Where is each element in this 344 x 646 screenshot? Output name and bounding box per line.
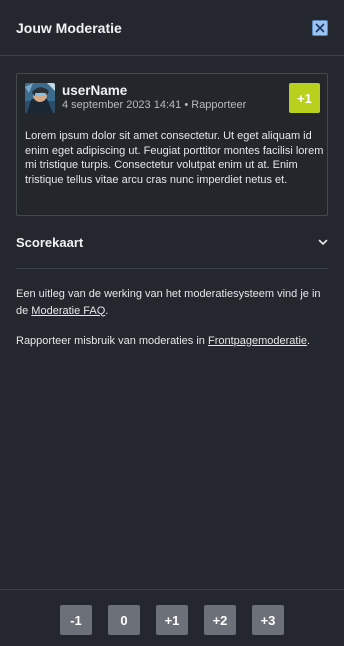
close-button[interactable] <box>312 19 328 36</box>
moderation-panel: Jouw Moderatie userName 4 september 2023… <box>0 0 344 646</box>
scorekaart-toggle[interactable]: Scorekaart <box>16 226 328 259</box>
avatar[interactable] <box>25 83 55 113</box>
chevron-down-icon <box>318 239 328 245</box>
vote-plus-2-button[interactable]: +2 <box>204 605 236 635</box>
post-date: 4 september 2023 14:41 <box>62 99 182 111</box>
vote-plus-3-button[interactable]: +3 <box>252 605 284 635</box>
report-link[interactable]: Rapporteer <box>191 99 246 111</box>
close-icon <box>315 23 325 32</box>
vote-0-button[interactable]: 0 <box>108 605 140 635</box>
divider <box>16 268 328 269</box>
panel-header: Jouw Moderatie <box>0 0 344 56</box>
post-meta: 4 september 2023 14:41 • Rapporteer <box>62 99 246 111</box>
moderated-post-card: userName 4 september 2023 14:41 • Rappor… <box>16 73 328 216</box>
frontpagemoderatie-link[interactable]: Frontpagemoderatie <box>208 335 307 347</box>
report-text: Rapporteer misbruik van moderaties in <box>16 335 208 347</box>
vote-bar: -1 0 +1 +2 +3 <box>0 589 344 646</box>
faq-period: . <box>105 304 109 317</box>
post-body: Lorem ipsum dolor sit amet consectetur. … <box>25 130 324 186</box>
panel-title: Jouw Moderatie <box>16 19 122 36</box>
report-paragraph: Rapporteer misbruik van moderaties in Fr… <box>16 333 328 350</box>
scorekaart-label: Scorekaart <box>16 235 84 250</box>
meta-separator: • <box>184 99 189 111</box>
score-badge: +1 <box>289 83 320 113</box>
username[interactable]: userName <box>62 83 127 98</box>
report-period: . <box>307 335 311 347</box>
moderatie-faq-link[interactable]: Moderatie FAQ <box>31 305 105 317</box>
vote-minus-1-button[interactable]: -1 <box>60 605 92 635</box>
faq-paragraph: Een uitleg van de werking van het modera… <box>16 286 328 319</box>
vote-plus-1-button[interactable]: +1 <box>156 605 188 635</box>
